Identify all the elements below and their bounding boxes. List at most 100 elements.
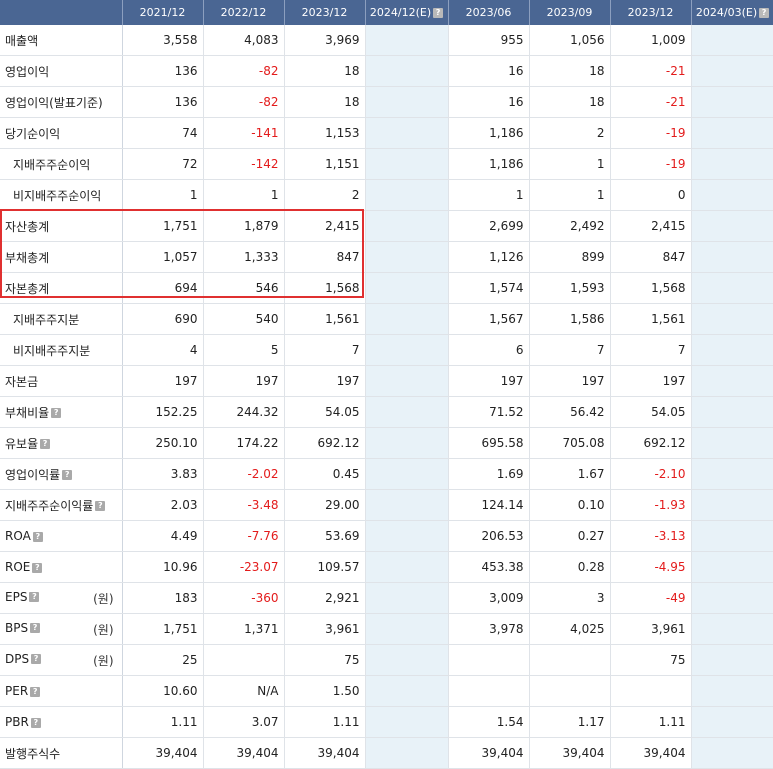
table-cell <box>691 458 773 490</box>
table-cell: -7.76 <box>203 520 285 552</box>
help-icon[interactable]: ? <box>51 408 62 418</box>
table-cell: 71.52 <box>448 396 530 428</box>
table-cell: 540 <box>203 303 285 335</box>
row-label-text: 부채총계 <box>5 250 50 265</box>
table-cell: 16 <box>448 86 530 118</box>
table-cell: -82 <box>203 55 285 87</box>
table-cell: 54.05 <box>284 396 366 428</box>
table-cell: -49 <box>610 582 692 614</box>
table-cell: 39,404 <box>203 737 285 769</box>
table-cell <box>691 55 773 87</box>
row-label-text: 유보율 <box>5 436 39 451</box>
table-cell: 39,404 <box>529 737 611 769</box>
table-cell <box>691 86 773 118</box>
table-cell: 1,561 <box>284 303 366 335</box>
table-cell: 1,186 <box>448 117 530 149</box>
table-cell: 18 <box>284 55 366 87</box>
table-cell: 1,568 <box>284 272 366 304</box>
row-label: EPS? (원) <box>0 582 123 614</box>
table-cell: 39,404 <box>284 737 366 769</box>
table-cell: -21 <box>610 86 692 118</box>
table-cell: 3,961 <box>610 613 692 645</box>
table-cell: -23.07 <box>203 551 285 583</box>
table-cell: 1,153 <box>284 117 366 149</box>
unit-label: (원) <box>93 622 114 637</box>
row-label: 비지배주주지분 <box>0 334 123 366</box>
table-row: PER? 10.60 N/A 1.50 <box>0 675 773 707</box>
help-icon[interactable]: ? <box>62 470 73 480</box>
table-cell: 197 <box>610 365 692 397</box>
table-cell: 29.00 <box>284 489 366 521</box>
table-cell: -19 <box>610 148 692 180</box>
table-cell: 3,961 <box>284 613 366 645</box>
table-row: 부채비율? 152.25 244.32 54.05 71.52 56.42 54.05 <box>0 396 773 428</box>
row-label: 영업이익 <box>0 55 123 87</box>
table-cell: 3 <box>529 582 611 614</box>
table-cell: 25 <box>122 644 204 676</box>
row-label-text: 자본금 <box>5 374 39 389</box>
help-icon[interactable]: ? <box>30 686 41 697</box>
column-header: 2023/06 <box>448 0 530 25</box>
table-cell <box>691 737 773 769</box>
row-label: 부채총계 <box>0 241 123 273</box>
column-header-label: 2023/12 <box>627 6 674 19</box>
table-row: 지배주주순이익률? 2.03 -3.48 29.00 124.14 0.10 -1.93 <box>0 489 773 521</box>
table-cell: 1.11 <box>122 706 204 738</box>
unit-label: (원) <box>93 653 114 668</box>
help-icon[interactable]: ? <box>32 562 43 573</box>
table-cell: 1.50 <box>284 675 366 707</box>
row-label: BPS? (원) <box>0 613 123 645</box>
table-cell <box>691 210 773 242</box>
table-cell: 1,057 <box>122 241 204 273</box>
table-row: 비지배주주지분 4 5 7 6 7 7 <box>0 334 773 366</box>
table-cell: 2,921 <box>284 582 366 614</box>
table-cell: 136 <box>122 55 204 87</box>
row-label-text: 당기순이익 <box>5 126 61 141</box>
table-row: 영업이익률? 3.83 -2.02 0.45 1.69 1.67 -2.10 <box>0 458 773 490</box>
row-label-text: 지배주주순이익 <box>13 157 91 172</box>
help-icon[interactable]: ? <box>759 8 770 18</box>
row-label: 발행주식수 <box>0 737 123 769</box>
help-icon[interactable]: ? <box>30 623 41 633</box>
table-cell: 1.69 <box>448 458 530 490</box>
table-cell <box>610 675 692 707</box>
table-cell <box>691 272 773 304</box>
table-row: 부채총계 1,057 1,333 847 1,126 899 847 <box>0 241 773 273</box>
column-header-label: 2021/12 <box>139 6 186 19</box>
help-icon[interactable]: ? <box>433 8 444 18</box>
column-header: 2023/12 <box>284 0 366 25</box>
row-label-text: 지배주주지분 <box>13 312 80 327</box>
row-label-text: 자본총계 <box>5 281 50 296</box>
table-header-row: 2021/12 2022/12 2023/12 2024/12(E)? 2023/06 2… <box>0 0 773 25</box>
table-cell <box>203 644 285 676</box>
table-row: 당기순이익 74 -141 1,153 1,186 2 -19 <box>0 117 773 149</box>
table-cell <box>365 334 449 366</box>
help-icon[interactable]: ? <box>32 531 43 542</box>
table-cell: 2,699 <box>448 210 530 242</box>
table-cell: -21 <box>610 55 692 87</box>
table-cell: 546 <box>203 272 285 304</box>
help-icon[interactable]: ? <box>40 439 51 449</box>
table-cell <box>691 396 773 428</box>
table-cell: 39,404 <box>448 737 530 769</box>
table-cell: 3,009 <box>448 582 530 614</box>
table-cell <box>365 272 449 304</box>
row-label-text: 영업이익(발표기준) <box>5 95 103 110</box>
row-label: 영업이익(발표기준) <box>0 86 123 118</box>
table-cell: 183 <box>122 582 204 614</box>
table-cell: -2.02 <box>203 458 285 490</box>
table-cell: 1.67 <box>529 458 611 490</box>
table-cell: 695.58 <box>448 427 530 459</box>
table-row: 지배주주지분 690 540 1,561 1,567 1,586 1,561 <box>0 303 773 335</box>
help-icon[interactable]: ? <box>95 501 106 511</box>
table-cell: 1,333 <box>203 241 285 273</box>
help-icon[interactable]: ? <box>31 654 42 664</box>
table-cell <box>691 551 773 583</box>
column-header: 2024/12(E)? <box>365 0 449 25</box>
table-cell: 4,025 <box>529 613 611 645</box>
table-cell: 7 <box>610 334 692 366</box>
help-icon[interactable]: ? <box>29 592 40 602</box>
help-icon[interactable]: ? <box>30 717 41 728</box>
row-label: 자본총계 <box>0 272 123 304</box>
row-label: 매출액 <box>0 25 123 56</box>
